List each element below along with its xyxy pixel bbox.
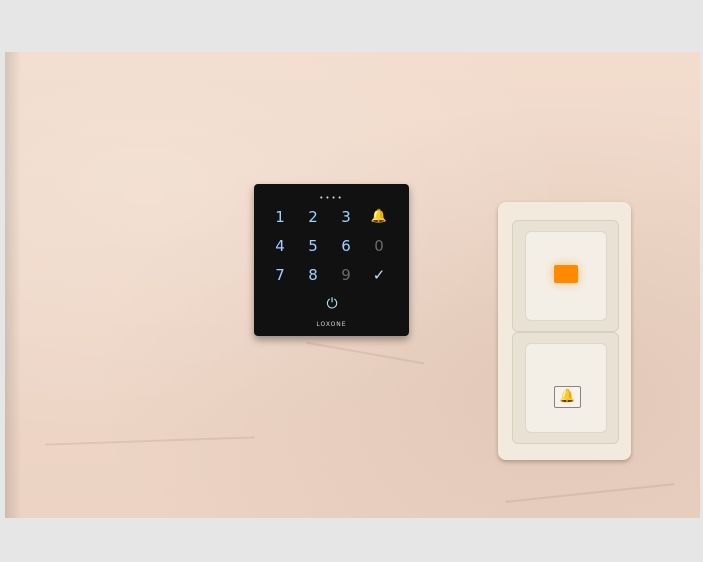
left-shadow <box>5 52 21 518</box>
switch-top[interactable] <box>512 220 619 332</box>
image-frame: •••• 1 2 3 🔔 4 5 6 0 7 8 9 ✓ ⏻ LOXONE 🔔 <box>0 0 703 562</box>
key-8[interactable]: 8 <box>301 263 325 287</box>
brand-label: LOXONE <box>316 321 347 328</box>
switch-top-rocker[interactable] <box>525 231 607 321</box>
key-5[interactable]: 5 <box>301 234 325 258</box>
key-2[interactable]: 2 <box>301 205 325 229</box>
key-9[interactable]: 9 <box>334 263 358 287</box>
key-0[interactable]: 0 <box>367 234 391 258</box>
bell-icon[interactable]: 🔔 <box>367 205 391 229</box>
wall-crack <box>505 483 675 503</box>
key-7[interactable]: 7 <box>268 263 292 287</box>
indicator-lamp <box>554 265 578 283</box>
check-icon[interactable]: ✓ <box>367 263 391 287</box>
key-6[interactable]: 6 <box>334 234 358 258</box>
wall-crack <box>45 436 255 446</box>
switch-plate: 🔔 <box>498 202 631 460</box>
switch-bottom-rocker[interactable]: 🔔 <box>525 343 607 433</box>
key-3[interactable]: 3 <box>334 205 358 229</box>
switch-bottom[interactable]: 🔔 <box>512 332 619 444</box>
key-4[interactable]: 4 <box>268 234 292 258</box>
bell-icon: 🔔 <box>554 386 581 408</box>
wall-photo: •••• 1 2 3 🔔 4 5 6 0 7 8 9 ✓ ⏻ LOXONE 🔔 <box>5 52 700 518</box>
status-dots: •••• <box>319 194 344 202</box>
key-1[interactable]: 1 <box>268 205 292 229</box>
wall-crack <box>305 341 425 365</box>
power-icon[interactable]: ⏻ <box>320 292 344 316</box>
keypad-device: •••• 1 2 3 🔔 4 5 6 0 7 8 9 ✓ ⏻ LOXONE <box>254 184 409 336</box>
